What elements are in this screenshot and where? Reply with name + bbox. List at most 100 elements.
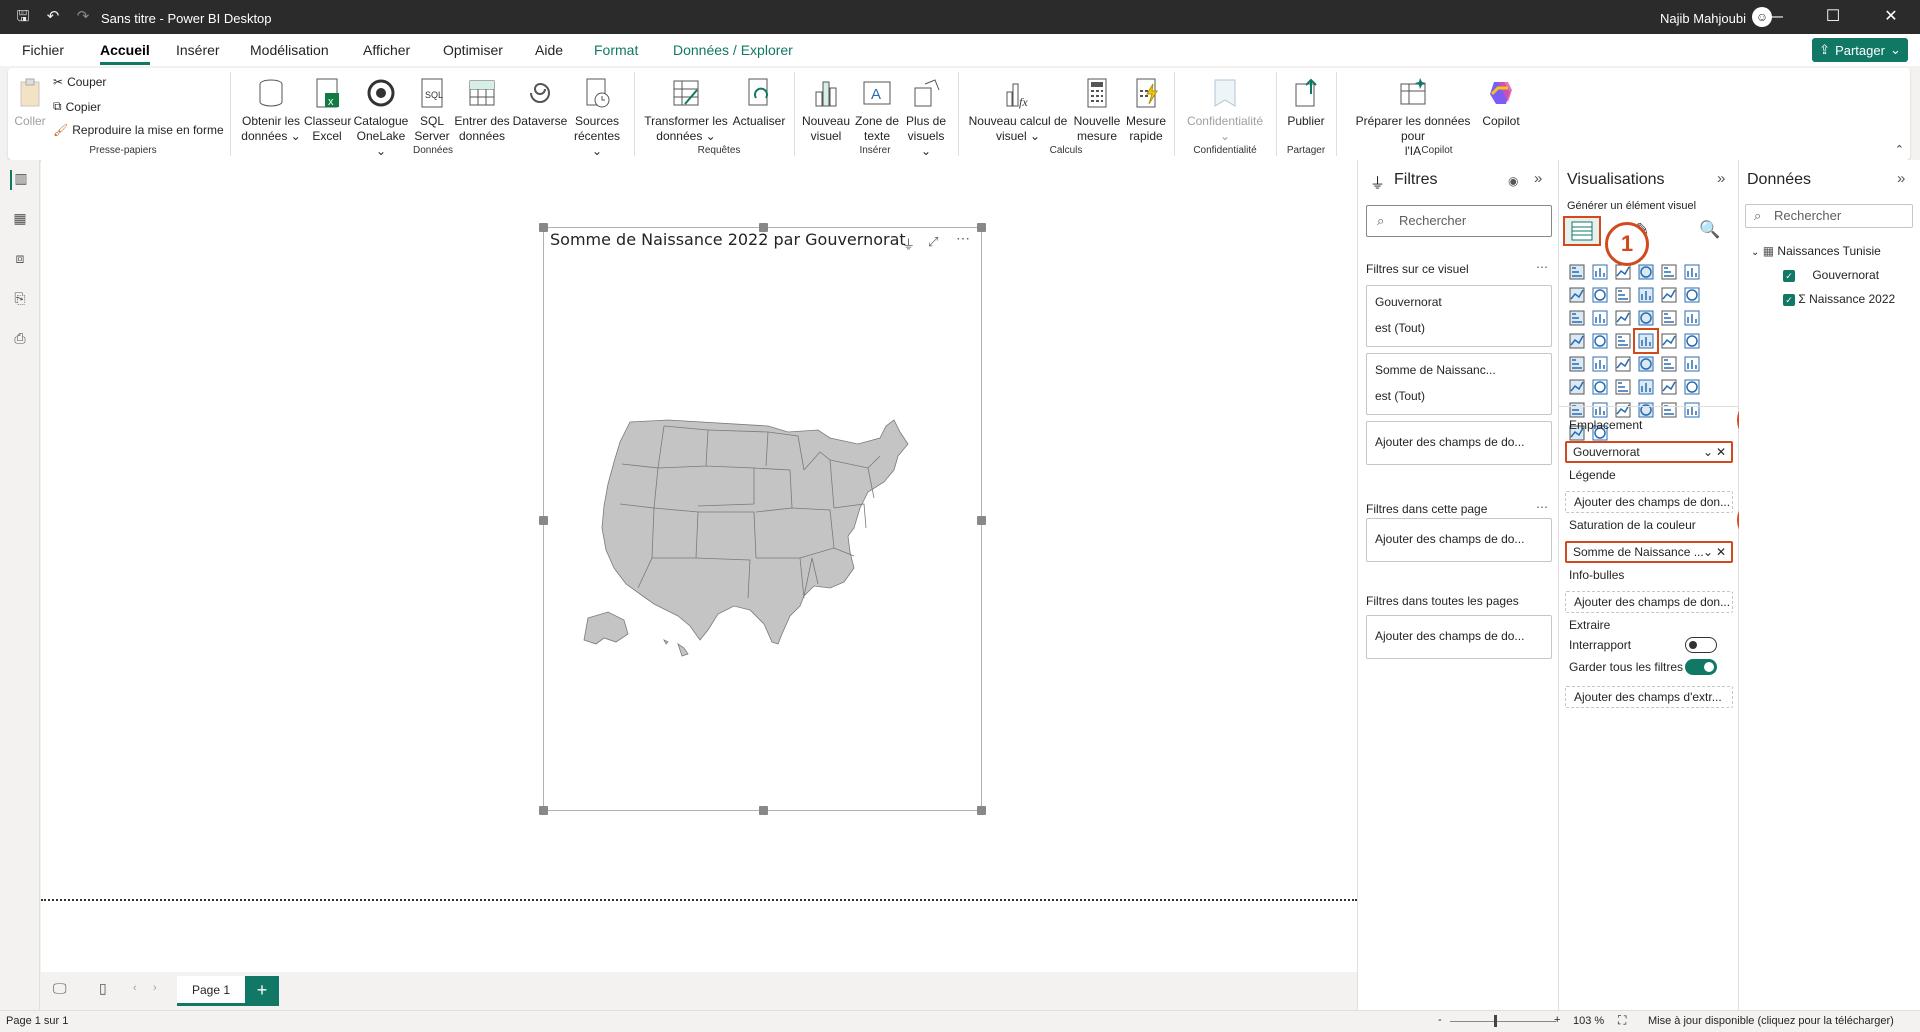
table-view-icon[interactable]: ▦	[10, 210, 30, 230]
gauge-icon[interactable]	[1682, 331, 1702, 351]
chevron-down-icon[interactable]: ⌄	[1751, 247, 1759, 258]
pie-icon[interactable]	[1636, 308, 1656, 328]
multi-row-card-icon[interactable]	[1590, 354, 1610, 374]
key-influencers-icon[interactable]	[1613, 377, 1633, 397]
map-visual[interactable]: Somme de Naissance 2022 par Gouvernorat …	[539, 223, 986, 815]
ribbon-icon[interactable]	[1567, 308, 1587, 328]
new-visual-button[interactable]: Nouveau visuel	[800, 76, 852, 144]
r-visual-icon[interactable]	[1567, 377, 1587, 397]
build-visual-tab[interactable]	[1563, 216, 1601, 246]
stacked-bar-icon[interactable]	[1567, 262, 1587, 282]
undo-icon[interactable]: ↶	[42, 6, 64, 28]
field-naissance-2022[interactable]: ✓ Σ Naissance 2022	[1783, 292, 1895, 306]
redo-icon[interactable]: ↷	[72, 6, 94, 28]
emplacement-well[interactable]: Gouvernorat ⌄ ✕	[1565, 441, 1733, 463]
add-fields-page[interactable]: Ajouter des champs de do...	[1366, 518, 1552, 562]
tab-afficher[interactable]: Afficher	[363, 42, 410, 58]
collapse-filters-icon[interactable]: »	[1534, 170, 1542, 187]
mobile-layout-icon[interactable]: ▯	[99, 980, 107, 997]
cut-button[interactable]: ✂ Couper	[53, 75, 106, 89]
tab-donnees-explorer[interactable]: Données / Explorer	[673, 42, 793, 58]
button-slicer-icon[interactable]	[1613, 400, 1633, 420]
collapse-data-icon[interactable]: »	[1897, 170, 1905, 187]
filter-card-gouvernorat[interactable]: Gouvernorat est (Tout)	[1366, 285, 1552, 347]
transform-data-button[interactable]: Transformer les données ⌄	[644, 76, 728, 144]
bar-100-icon[interactable]	[1659, 262, 1679, 282]
filter-card-somme[interactable]: Somme de Naissanc... est (Tout)	[1366, 353, 1552, 415]
field-gouvernorat[interactable]: ✓ Gouvernorat	[1783, 268, 1879, 282]
zoom-slider[interactable]	[1450, 1021, 1556, 1022]
text-box-button[interactable]: A Zone de texte	[854, 76, 900, 144]
close-icon[interactable]: ✕	[1862, 0, 1920, 34]
new-measure-button[interactable]: Nouvelle mesure	[1072, 76, 1122, 144]
refresh-button[interactable]: Actualiser	[730, 76, 788, 129]
donut-icon[interactable]	[1659, 308, 1679, 328]
more-options-icon[interactable]: ⋯	[1536, 500, 1548, 514]
enter-data-button[interactable]: Entrer des données	[454, 76, 510, 144]
checkbox-checked-icon[interactable]: ✓	[1783, 269, 1795, 282]
fit-page-icon[interactable]: ⛶	[1618, 1013, 1626, 1028]
remove-field-icon[interactable]: ✕	[1715, 543, 1726, 561]
zoom-thumb[interactable]	[1494, 1015, 1497, 1027]
tab-format[interactable]: Format	[594, 42, 638, 58]
card-icon[interactable]	[1567, 354, 1587, 374]
scatter-icon[interactable]	[1613, 308, 1633, 328]
dax-query-view-icon[interactable]: ⎘	[10, 290, 30, 310]
add-fields-visual[interactable]: Ajouter des champs de do...	[1366, 421, 1552, 465]
quick-measure-button[interactable]: Mesure rapide	[1124, 76, 1168, 144]
smart-narrative-icon[interactable]	[1590, 400, 1610, 420]
tab-fichier[interactable]: Fichier	[22, 42, 64, 58]
model-view-icon[interactable]: ⧈	[10, 250, 30, 270]
focus-mode-icon[interactable]: ⤢	[928, 234, 938, 250]
eye-icon[interactable]: ◉	[1508, 174, 1518, 188]
slicer-icon[interactable]	[1636, 354, 1656, 374]
line-column-icon[interactable]	[1659, 285, 1679, 305]
copy-button[interactable]: ⧉ Copier	[53, 99, 101, 114]
get-data-button[interactable]: Obtenir les données ⌄	[240, 76, 302, 144]
line-icon[interactable]	[1567, 285, 1587, 305]
format-painter-button[interactable]: 🖌 Reproduire la mise en forme	[53, 123, 224, 137]
saturation-well[interactable]: Somme de Naissance ... ⌄ ✕	[1565, 541, 1733, 563]
stacked-column-icon[interactable]	[1590, 262, 1610, 282]
collapse-ribbon-icon[interactable]: ⌃	[1895, 143, 1904, 156]
data-search-input[interactable]: ⌕ Rechercher	[1745, 204, 1913, 228]
infobulles-well[interactable]: Ajouter des champs de don...	[1565, 591, 1733, 613]
add-page-button[interactable]: +	[245, 976, 279, 1006]
report-view-icon[interactable]: ▥	[10, 170, 30, 190]
treemap-icon[interactable]	[1567, 331, 1587, 351]
clustered-column-icon[interactable]	[1636, 262, 1656, 282]
get-more-icon[interactable]	[1682, 400, 1702, 420]
text-slicer-icon[interactable]	[1636, 400, 1656, 420]
filters-search-input[interactable]: ⌕ Rechercher	[1366, 205, 1552, 237]
zoom-out-icon[interactable]: -	[1438, 1014, 1442, 1026]
tmdl-view-icon[interactable]: ⎙	[10, 330, 30, 350]
waterfall-icon[interactable]	[1590, 308, 1610, 328]
remove-field-icon[interactable]: ✕	[1716, 443, 1726, 461]
desktop-layout-icon[interactable]: 🖵	[53, 980, 67, 997]
matrix-icon[interactable]	[1682, 354, 1702, 374]
table-icon[interactable]	[1659, 354, 1679, 374]
paste-button[interactable]: Coller	[10, 76, 50, 129]
python-visual-icon[interactable]	[1590, 377, 1610, 397]
analytics-icon[interactable]: 🔍	[1699, 220, 1720, 240]
maximize-icon[interactable]: ☐	[1804, 0, 1862, 34]
legende-well[interactable]: Ajouter des champs de don...	[1565, 491, 1733, 513]
update-available[interactable]: Mise à jour disponible (cliquez pour la …	[1648, 1015, 1894, 1027]
chevron-down-icon[interactable]: ⌄	[1703, 443, 1713, 461]
stacked-area-icon[interactable]	[1613, 285, 1633, 305]
tab-modelisation[interactable]: Modélisation	[250, 42, 329, 58]
tab-accueil[interactable]: Accueil	[100, 42, 150, 65]
kpi-icon[interactable]	[1613, 354, 1633, 374]
add-fields-all[interactable]: Ajouter des champs de do...	[1366, 615, 1552, 659]
line-clustered-icon[interactable]	[1682, 285, 1702, 305]
collapse-viz-icon[interactable]: »	[1717, 170, 1725, 187]
table-node[interactable]: ⌄ ▦ Naissances Tunisie	[1751, 244, 1881, 258]
funnel-icon[interactable]	[1682, 308, 1702, 328]
minimize-icon[interactable]: —	[1746, 0, 1804, 34]
tab-inserer[interactable]: Insérer	[176, 42, 220, 58]
azure-map-icon[interactable]	[1659, 331, 1679, 351]
copilot-button[interactable]: Copilot	[1478, 76, 1524, 129]
decomp-tree-icon[interactable]	[1636, 377, 1656, 397]
checkbox-checked-icon[interactable]: ✓	[1783, 293, 1795, 306]
zoom-in-icon[interactable]: +	[1554, 1014, 1560, 1026]
